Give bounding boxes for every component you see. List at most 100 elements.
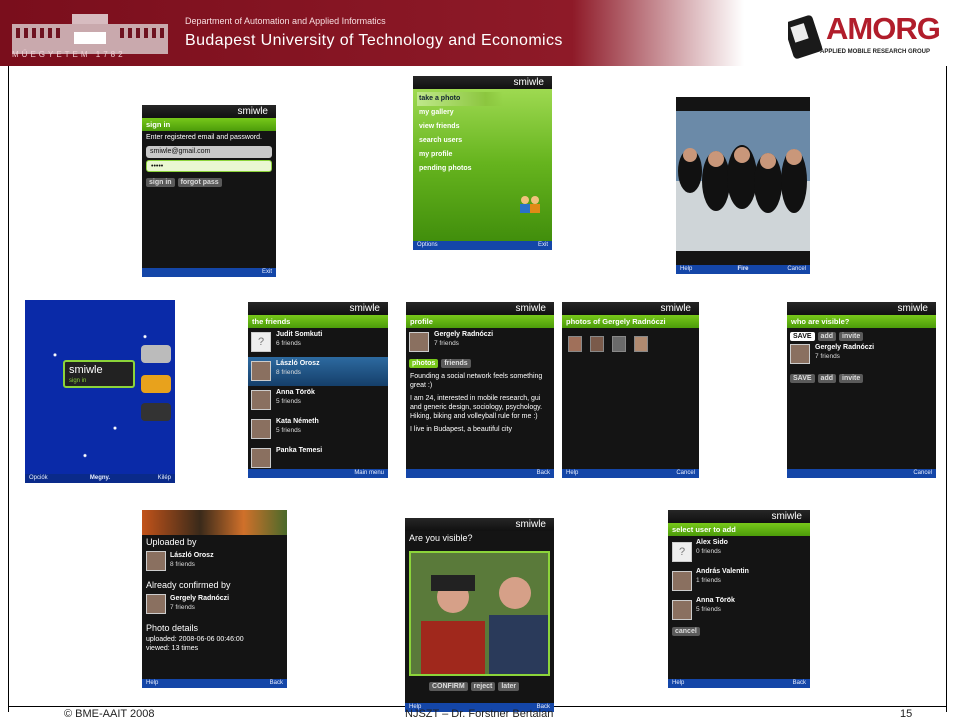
invite-button[interactable]: invite bbox=[839, 332, 864, 341]
softkey-cancel[interactable]: Cancel bbox=[913, 469, 932, 478]
app-icon[interactable] bbox=[141, 345, 171, 363]
avatar bbox=[146, 551, 166, 571]
camera-screen: Help Fire Cancel bbox=[676, 97, 810, 274]
menu-item-my-profile[interactable]: my profile bbox=[417, 148, 548, 162]
photo-thumbnail[interactable] bbox=[612, 336, 626, 352]
launcher-screen: smiwle sign in Opciók Megny. Kilép bbox=[25, 300, 175, 483]
uploader-friend-count: 8 friends bbox=[170, 561, 195, 568]
confirm-button[interactable]: CONFIRM bbox=[429, 682, 468, 691]
password-field[interactable]: ••••• bbox=[146, 160, 272, 172]
softkey-cancel[interactable]: Cancel bbox=[676, 469, 695, 478]
brand-bar: smiwle bbox=[406, 302, 554, 315]
softkey-main-menu[interactable]: Main menu bbox=[354, 469, 384, 478]
profile-bio-2: I am 24, interested in mobile research, … bbox=[410, 395, 543, 420]
photo-detail-screen: Uploaded by László Orosz 8 friends Alread… bbox=[142, 510, 287, 688]
softkey-back[interactable]: Back bbox=[793, 679, 806, 688]
university-name: Budapest University of Technology and Ec… bbox=[185, 32, 563, 49]
screen-title: photos of Gergely Radnóczi bbox=[562, 315, 699, 328]
menu-item-my-gallery[interactable]: my gallery bbox=[417, 106, 548, 120]
add-button-2[interactable]: add bbox=[817, 374, 836, 383]
friend-count: 5 friends bbox=[276, 398, 301, 405]
friend-name: Panka Temesi bbox=[276, 447, 323, 454]
friend-count: 6 friends bbox=[276, 340, 301, 347]
avatar bbox=[251, 361, 271, 381]
forgot-pass-button[interactable]: forgot pass bbox=[177, 178, 222, 187]
app-icon[interactable] bbox=[141, 375, 171, 393]
brand-bar: smiwle bbox=[787, 302, 936, 315]
softkey-help[interactable]: Help bbox=[566, 469, 578, 478]
brand-bar: smiwle bbox=[413, 76, 552, 89]
photo-thumbnail[interactable] bbox=[634, 336, 648, 352]
menu-item-view-friends[interactable]: view friends bbox=[417, 120, 548, 134]
user-name: Anna Török bbox=[696, 597, 735, 604]
reject-button[interactable]: reject bbox=[470, 682, 496, 691]
friend-name: Anna Török bbox=[276, 389, 315, 396]
list-item[interactable]: Kata Németh 5 friends bbox=[248, 415, 388, 444]
avatar bbox=[251, 390, 271, 410]
avatar bbox=[409, 332, 429, 352]
friend-name: Kata Németh bbox=[276, 418, 319, 425]
user-friend-count: 5 friends bbox=[696, 606, 721, 613]
footer-author: NJSZT – Dr. Forstner Bertalan bbox=[405, 708, 554, 720]
photo-details-label: Photo details bbox=[146, 623, 199, 633]
avatar-placeholder-icon: ? bbox=[672, 542, 692, 562]
uploader-name: László Orosz bbox=[170, 552, 214, 559]
photo-thumbnail[interactable] bbox=[568, 336, 582, 352]
list-item[interactable]: László Orosz 8 friends bbox=[248, 357, 388, 386]
softkey-bar: Help Cancel bbox=[562, 469, 699, 478]
tab-friends[interactable]: friends bbox=[441, 359, 471, 368]
email-field[interactable]: smiwle@gmail.com bbox=[146, 146, 272, 158]
softkey-back[interactable]: Back bbox=[537, 469, 550, 478]
photo-thumbnail[interactable] bbox=[590, 336, 604, 352]
confirmer-row[interactable]: Gergely Radnóczi 7 friends bbox=[142, 592, 287, 621]
menu-item-pending-photos[interactable]: pending photos bbox=[417, 162, 548, 176]
save-button[interactable]: SAVE bbox=[790, 332, 815, 341]
visible-question: Are you visible? bbox=[409, 533, 473, 543]
list-item[interactable]: András Valentin 1 friends bbox=[668, 565, 810, 594]
signin-prompt: Enter registered email and password. bbox=[146, 134, 262, 141]
amorg-wordmark: AMORG bbox=[826, 11, 941, 46]
cancel-button[interactable]: cancel bbox=[672, 627, 700, 636]
uploader-row[interactable]: László Orosz 8 friends bbox=[142, 549, 287, 578]
friend-name: Judit Somkuti bbox=[276, 331, 323, 338]
user-name: András Valentin bbox=[696, 568, 749, 575]
list-item[interactable]: Anna Török 5 friends bbox=[248, 386, 388, 415]
softkey-back[interactable]: Back bbox=[270, 679, 283, 688]
launcher-app-sub: sign in bbox=[69, 378, 87, 384]
who-visible-screen: smiwle who are visible? SAVE add invite Ge… bbox=[787, 302, 936, 478]
softkey-cancel[interactable]: Cancel bbox=[787, 265, 806, 274]
friend-count: 5 friends bbox=[276, 427, 301, 434]
avatar bbox=[672, 571, 692, 591]
brand-bar: smiwle bbox=[142, 105, 276, 118]
profile-bio-3: I live in Budapest, a beautiful city bbox=[410, 426, 512, 433]
later-button[interactable]: later bbox=[498, 682, 520, 691]
menu-item-search-users[interactable]: search users bbox=[417, 134, 548, 148]
list-item[interactable]: ? Judit Somkuti 6 friends bbox=[248, 328, 388, 357]
add-button[interactable]: add bbox=[817, 332, 836, 341]
app-icon[interactable] bbox=[141, 403, 171, 421]
softkey-help[interactable]: Help bbox=[672, 679, 684, 688]
softkey-open[interactable]: Megny. bbox=[25, 474, 175, 483]
sign-in-button[interactable]: sign in bbox=[146, 178, 175, 187]
softkey-help[interactable]: Help bbox=[146, 679, 158, 688]
confirmer-name: Gergely Radnóczi bbox=[170, 595, 230, 602]
friends-screen: smiwle the friends ? Judit Somkuti 6 frien… bbox=[248, 302, 388, 478]
softkey-exit[interactable]: Kilép bbox=[158, 474, 171, 483]
softkey-bar: Exit bbox=[142, 268, 276, 277]
save-button-2[interactable]: SAVE bbox=[790, 374, 815, 383]
list-item[interactable]: Anna Török 5 friends bbox=[668, 594, 810, 623]
launcher-app-tile[interactable]: smiwle sign in bbox=[63, 360, 135, 388]
amorg-subtitle: APPLIED MOBILE RESEARCH GROUP bbox=[820, 49, 931, 55]
menu-item-take-photo[interactable]: take a photo bbox=[417, 92, 503, 106]
softkey-exit[interactable]: Exit bbox=[262, 268, 272, 277]
invite-button-2[interactable]: invite bbox=[839, 374, 864, 383]
list-item[interactable]: ? Alex Sido 0 friends bbox=[668, 536, 810, 565]
tab-photos[interactable]: photos bbox=[409, 359, 439, 368]
list-item[interactable]: Gergely Radnóczi 7 friends bbox=[787, 344, 936, 373]
brand-bar: smiwle bbox=[248, 302, 388, 315]
footer-copyright: © BME-AAIT 2008 bbox=[64, 708, 155, 720]
softkey-options[interactable]: Options bbox=[417, 241, 438, 250]
avatar bbox=[672, 600, 692, 620]
softkey-bar: Opciók Megny. Kilép bbox=[25, 474, 175, 483]
softkey-exit[interactable]: Exit bbox=[538, 241, 548, 250]
